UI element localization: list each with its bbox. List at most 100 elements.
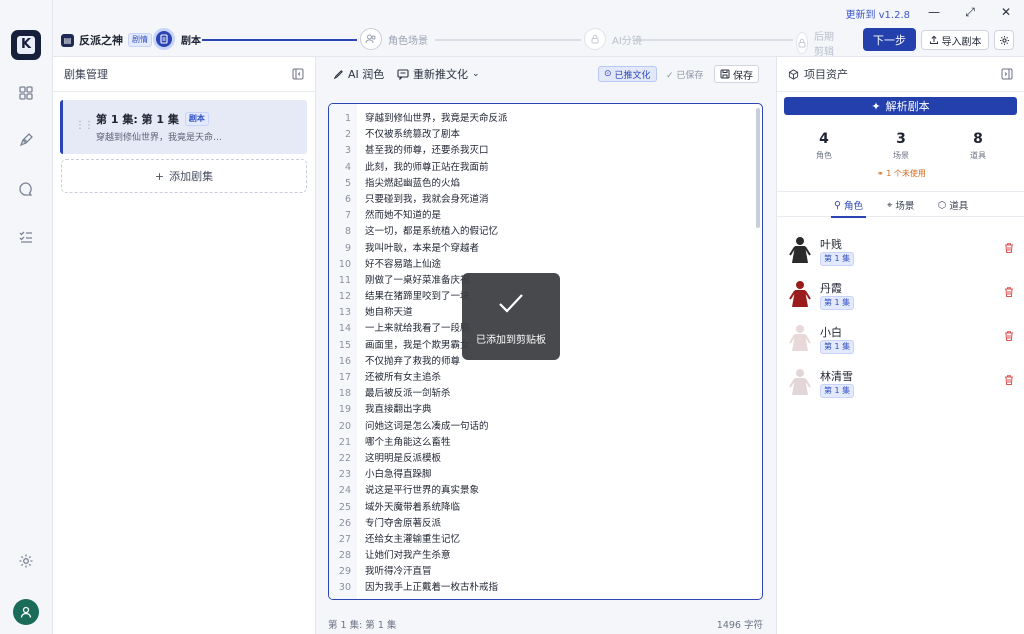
script-line[interactable]: 18 最后被反派一剑斩杀 — [329, 386, 762, 402]
script-line[interactable]: 10 好不容易踏上仙途 — [329, 257, 762, 273]
script-line[interactable]: 20 问她这词是怎么凑成一句话的 — [329, 419, 762, 435]
line-text: 让她们对我产生杀意 — [365, 550, 451, 562]
line-text: 因为我手上正戴着一枚古朴戒指 — [365, 582, 499, 594]
line-text: 说这是平行世界的真实景象 — [365, 485, 480, 497]
line-text: 我听得冷汗直冒 — [365, 566, 432, 578]
minimize-icon[interactable]: — — [926, 4, 942, 20]
collapse-left-icon[interactable] — [292, 68, 304, 80]
step-script[interactable]: 剧本 — [153, 28, 201, 50]
script-line[interactable]: 3 甚至我的师尊，还要杀我灭口 — [329, 143, 762, 159]
line-text: 一上来就给我看了一段剧 — [365, 323, 470, 335]
line-number: 3 — [344, 145, 351, 157]
line-number: 20 — [338, 420, 351, 432]
import-script-button[interactable]: 导入剧本 — [921, 30, 989, 50]
script-line[interactable]: 24 说这是平行世界的真实景象 — [329, 483, 762, 499]
project-name: 反派之神 — [79, 34, 123, 47]
project-tag: 剧情 — [128, 33, 152, 47]
script-line[interactable]: 4 此刻，我的师尊正站在我面前 — [329, 160, 762, 176]
check-circle-icon: ⊙ — [604, 69, 612, 79]
episode-card[interactable]: ⋮⋮ 第 1 集: 第 1 集 剧本 穿越到修仙世界，我竟是天命… — [60, 100, 307, 154]
maximize-icon[interactable]: ⤢ — [962, 4, 978, 20]
line-text: 哪个主角能这么畜牲 — [365, 436, 451, 448]
tab-scenes[interactable]: ⌖ 场景 — [887, 198, 914, 213]
trash-icon[interactable] — [1003, 330, 1015, 342]
script-line[interactable]: 19 我直接翻出字典 — [329, 402, 762, 418]
tab-characters[interactable]: ⚲ 角色 — [831, 198, 866, 218]
step-storyboard[interactable]: AI分镜 — [584, 28, 642, 50]
script-line[interactable]: 22 这明明是反派模板 — [329, 451, 762, 467]
project-info: ▤ 反派之神 剧情 — [61, 32, 152, 48]
line-text: 最后被反派一剑斩杀 — [365, 388, 451, 400]
script-line[interactable]: 17 还被所有女主追杀 — [329, 370, 762, 386]
script-line[interactable]: 23 小白急得直跺脚 — [329, 467, 762, 483]
parse-label: 解析剧本 — [885, 100, 930, 113]
step-editing[interactable]: 后期剪辑 — [796, 28, 834, 58]
stat-props: 8 道具 — [948, 131, 1008, 161]
trash-icon[interactable] — [1003, 242, 1015, 254]
character-item[interactable]: 林清雪第 1 集 — [787, 367, 1015, 401]
unused-notice[interactable]: ⚭ 1 个未使用 — [877, 168, 926, 179]
pen-icon[interactable] — [15, 129, 37, 151]
character-episode-tag: 第 1 集 — [820, 340, 855, 354]
script-line[interactable]: 6 只要碰到我，我就会身死道消 — [329, 192, 762, 208]
tab-props[interactable]: ⬡ 道具 — [938, 198, 968, 213]
trash-icon[interactable] — [1003, 286, 1015, 298]
character-item[interactable]: 小白第 1 集 — [787, 323, 1015, 357]
project-settings-button[interactable] — [994, 30, 1014, 50]
line-number: 1 — [344, 113, 351, 124]
step-characters[interactable]: 角色场景 — [360, 28, 428, 50]
close-icon[interactable]: ✕ — [998, 4, 1014, 20]
character-thumbnail — [789, 237, 811, 263]
ai-polish-button[interactable]: AI 润色 — [333, 66, 384, 82]
line-number: 26 — [338, 517, 351, 529]
workflow-steps: 剧本 角色场景 AI分镜 后期剪辑 — [150, 28, 834, 58]
rewrite-dropdown[interactable]: 重新推文化 ⌄ — [397, 66, 480, 82]
script-line[interactable]: 25 域外天魔带着系统降临 — [329, 500, 762, 516]
update-link[interactable]: 更新到 v1.2.8 — [845, 6, 910, 21]
line-number: 4 — [344, 161, 351, 173]
line-number: 27 — [338, 533, 351, 545]
settings-icon[interactable] — [15, 550, 37, 572]
script-line[interactable]: 9 我叫叶耿，本来是个穿越者 — [329, 241, 762, 257]
grid-icon[interactable] — [15, 82, 37, 104]
line-number: 25 — [338, 501, 351, 513]
script-line[interactable]: 2 不仅被系统篡改了剧本 — [329, 127, 762, 143]
user-avatar[interactable] — [13, 599, 39, 625]
script-line[interactable]: 7 然而她不知道的是 — [329, 208, 762, 224]
app-logo: K — [11, 30, 41, 60]
line-text: 画面里，我是个欺男霸女 — [365, 339, 470, 351]
script-line[interactable]: 5 指尖燃起幽蓝色的火焰 — [329, 176, 762, 192]
script-line[interactable]: 21 哪个主角能这么畜牲 — [329, 435, 762, 451]
line-number: 11 — [338, 274, 351, 286]
parse-script-button[interactable]: ✦ 解析剧本 — [784, 97, 1017, 115]
character-item[interactable]: 丹霞第 1 集 — [787, 279, 1015, 313]
tab-label: 角色 — [843, 201, 863, 212]
character-item[interactable]: 叶贱第 1 集 — [787, 235, 1015, 269]
footer-episode: 第 1 集: 第 1 集 — [328, 620, 397, 631]
script-line[interactable]: 1 穿越到修仙世界，我竟是天命反派 — [329, 111, 762, 127]
script-line[interactable]: 28 让她们对我产生杀意 — [329, 548, 762, 564]
chat-icon[interactable] — [15, 178, 37, 200]
stat-value: 4 — [819, 131, 829, 147]
script-line[interactable]: 30 因为我手上正戴着一枚古朴戒指 — [329, 580, 762, 596]
rewritten-status[interactable]: ⊙ 已推文化 — [598, 66, 657, 82]
line-text: 专门夺舍原著反派 — [365, 517, 442, 529]
scrollbar[interactable] — [756, 108, 760, 228]
add-episode-button[interactable]: + 添加剧集 — [61, 159, 307, 193]
checklist-icon[interactable] — [15, 226, 37, 248]
script-line[interactable]: 29 我听得冷汗直冒 — [329, 564, 762, 580]
save-button[interactable]: 保存 — [714, 65, 759, 83]
drag-handle-icon[interactable]: ⋮⋮ — [75, 120, 94, 131]
script-line[interactable]: 27 还给女主灌输重生记忆 — [329, 532, 762, 548]
character-count: 1496 字符 — [716, 620, 763, 631]
trash-icon[interactable] — [1003, 374, 1015, 386]
save-label: 保存 — [733, 70, 753, 82]
collapse-right-icon[interactable] — [1001, 68, 1013, 80]
line-text: 这明明是反派模板 — [365, 452, 442, 464]
line-number: 16 — [338, 355, 351, 367]
script-line[interactable]: 26 专门夺舍原著反派 — [329, 516, 762, 532]
next-step-button[interactable]: 下一步 — [863, 28, 916, 51]
script-line[interactable]: 8 这一切，都是系统植入的假记忆 — [329, 224, 762, 240]
line-text: 好不容易踏上仙途 — [365, 258, 442, 270]
line-text: 我直接翻出字典 — [365, 404, 432, 416]
